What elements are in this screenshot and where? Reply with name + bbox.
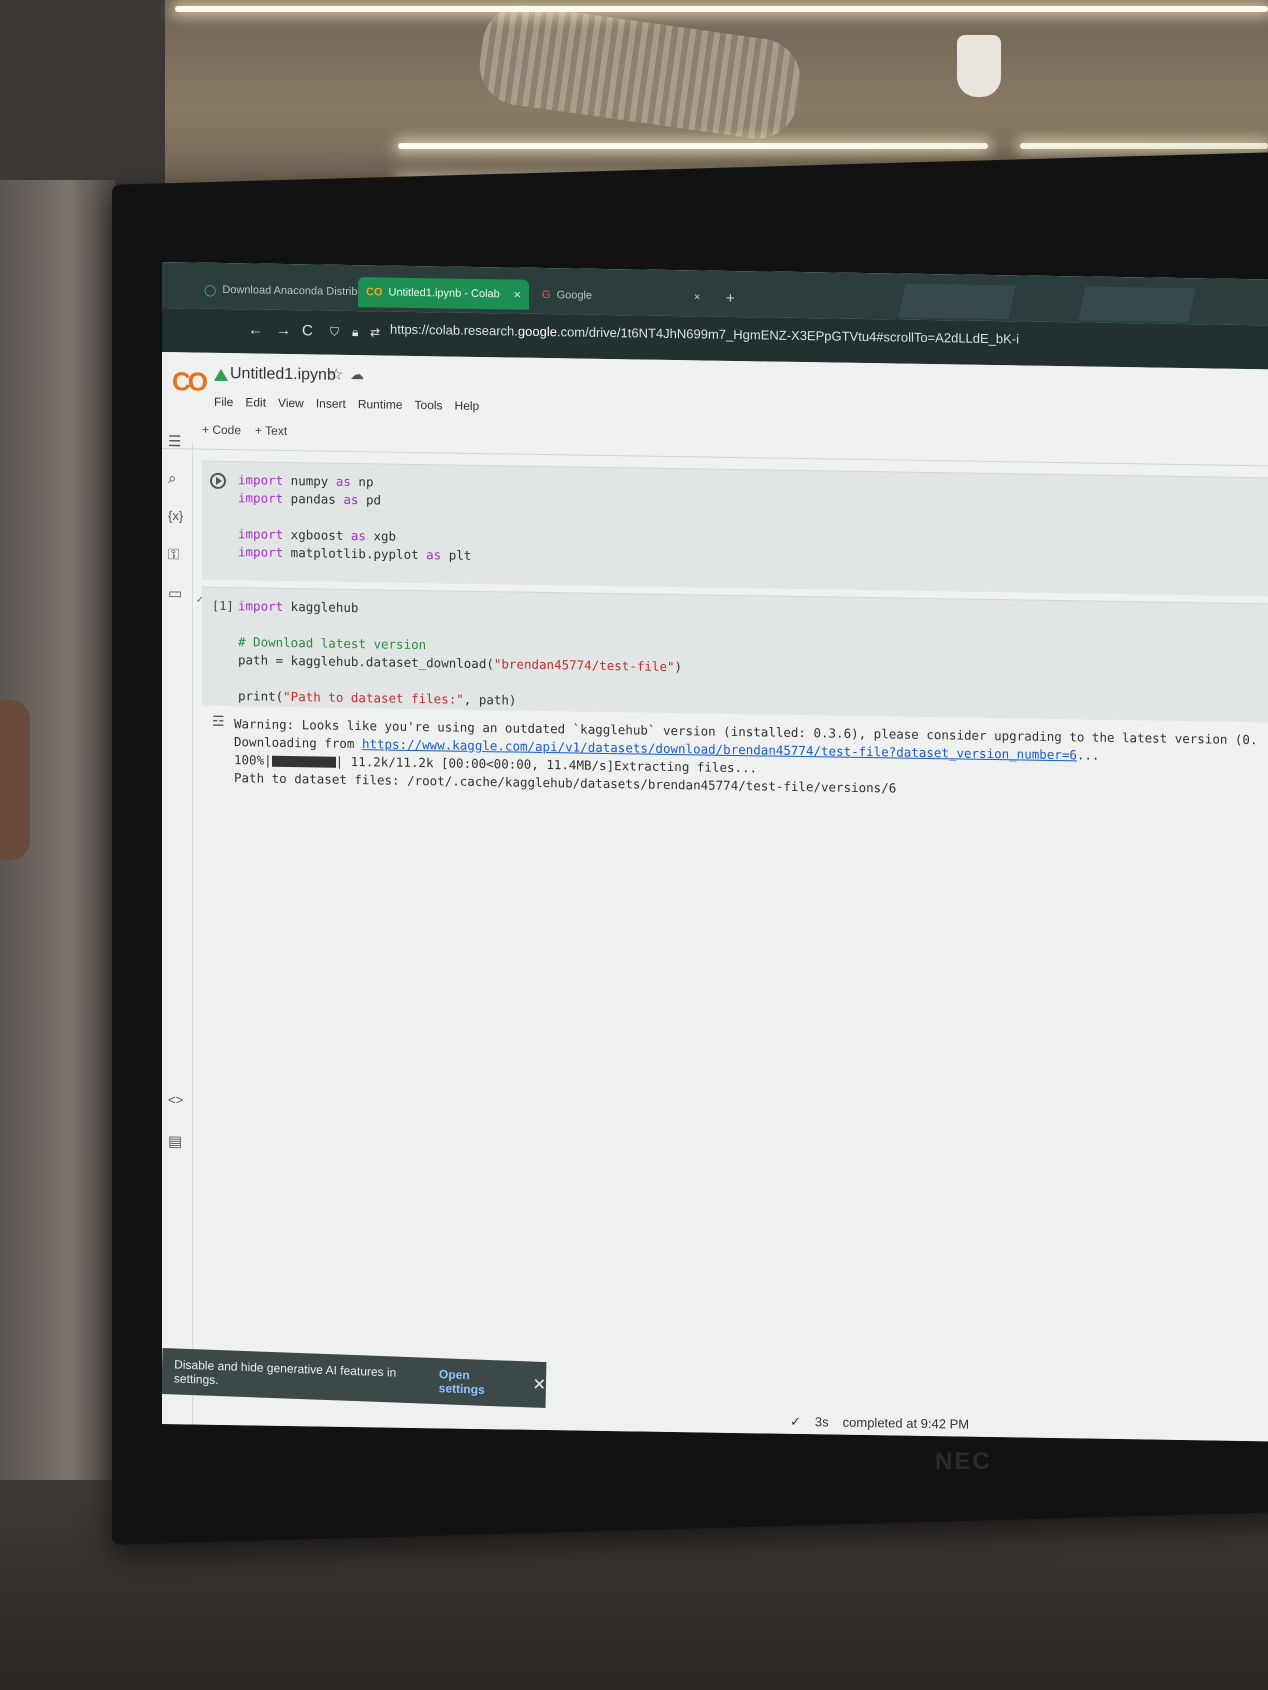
back-icon[interactable]: ←: [248, 321, 263, 338]
progress-bar: [271, 755, 336, 768]
menu-help[interactable]: Help: [455, 399, 480, 413]
toast-message: Disable and hide generative AI features …: [173, 1357, 397, 1388]
shield-icon: ⛉: [330, 324, 340, 339]
execution-count: [1]: [212, 598, 234, 614]
reload-icon[interactable]: C: [302, 322, 313, 339]
table-of-contents-icon[interactable]: ☰: [168, 432, 181, 450]
close-tab-icon[interactable]: ×: [514, 288, 521, 302]
pendant-lamp: [957, 35, 1001, 97]
menu-bar: File Edit View Insert Runtime Tools Help: [214, 395, 479, 413]
person-edge: [0, 700, 30, 860]
run-duration: 3s: [814, 1414, 829, 1430]
cell-done-icon: ✓: [196, 594, 204, 605]
anaconda-icon: ◯: [204, 284, 217, 297]
menu-file[interactable]: File: [214, 395, 233, 409]
cell-2-output: Warning: Looks like you're using an outd…: [234, 716, 1258, 796]
variables-icon[interactable]: {x}: [168, 508, 183, 523]
close-window-icon[interactable]: ×: [686, 282, 708, 312]
lock-icon: 🔒︎: [352, 324, 359, 340]
folder-icon[interactable]: ▭: [168, 584, 182, 602]
new-tab-button[interactable]: +: [718, 283, 743, 313]
star-icon[interactable]: ☆: [329, 365, 343, 385]
menu-runtime[interactable]: Runtime: [358, 397, 403, 412]
google-drive-icon: [214, 368, 228, 382]
tab-label: Google: [556, 289, 593, 302]
ceiling-light: [175, 6, 1268, 12]
add-code-button[interactable]: + Code: [202, 423, 241, 438]
monitor-brand: NEC: [935, 1448, 992, 1475]
tab-google[interactable]: G Google: [534, 280, 600, 311]
add-text-button[interactable]: + Text: [255, 423, 287, 438]
run-cell-button[interactable]: [210, 472, 226, 490]
close-icon[interactable]: ✕: [532, 1375, 546, 1395]
ai-features-toast: Disable and hide generative AI features …: [162, 1347, 547, 1409]
terminal-icon[interactable]: ▤: [168, 1132, 182, 1150]
path-output: Path to dataset files: /root/.cache/kagg…: [234, 770, 897, 796]
menu-tools[interactable]: Tools: [415, 398, 443, 412]
google-icon: G: [542, 288, 551, 302]
tab-placeholder: [1078, 286, 1196, 323]
menu-view[interactable]: View: [278, 396, 304, 410]
code-cell-2-source[interactable]: import kagglehub # Download latest versi…: [238, 597, 682, 712]
site-settings-icon[interactable]: ⇄: [370, 325, 380, 339]
open-settings-button[interactable]: Open settings: [439, 1367, 513, 1398]
colab-app: CO Untitled1.ipynb ☆ ☁ File Edit View In…: [162, 352, 1268, 1442]
colab-logo[interactable]: CO: [172, 366, 205, 398]
code-cell-1-source[interactable]: import numpy as np import pandas as pd i…: [238, 471, 471, 565]
key-icon[interactable]: ⚿: [168, 546, 179, 563]
forward-icon[interactable]: →: [276, 322, 291, 339]
menu-edit[interactable]: Edit: [245, 395, 266, 409]
monitor-screen: ◯ Download Anaconda Distributio × CO Unt…: [162, 262, 1268, 1442]
completion-time[interactable]: completed at 9:42 PM: [843, 1415, 969, 1433]
url-prefix: https://colab.research.: [390, 321, 518, 339]
colab-tab-icon: CO: [366, 286, 383, 299]
tab-colab[interactable]: CO Untitled1.ipynb - Colab ×: [358, 277, 529, 310]
search-icon[interactable]: ⌕: [168, 470, 176, 487]
url-domain: google: [517, 323, 557, 340]
notebook-title[interactable]: Untitled1.ipynb: [230, 365, 336, 385]
output-actions-icon[interactable]: ☲: [212, 713, 225, 730]
tab-placeholder: [898, 283, 1016, 320]
status-bar: ✓ 3s completed at 9:42 PM: [790, 1414, 969, 1433]
ceiling-light: [1020, 143, 1268, 149]
tab-label: Untitled1.ipynb - Colab: [388, 286, 500, 301]
check-icon: ✓: [790, 1413, 801, 1430]
notebook-toolbar: + Code + Text: [202, 423, 287, 438]
code-snippets-icon[interactable]: <>: [168, 1092, 183, 1107]
tab-label: Download Anaconda Distributio: [222, 283, 376, 299]
left-sidebar: ☰ ⌕ {x} ⚿ ▭ <> ▤: [162, 433, 193, 1425]
ceiling-light: [398, 143, 988, 149]
menu-insert[interactable]: Insert: [316, 396, 346, 410]
cloud-sync-icon: ☁: [350, 365, 364, 383]
